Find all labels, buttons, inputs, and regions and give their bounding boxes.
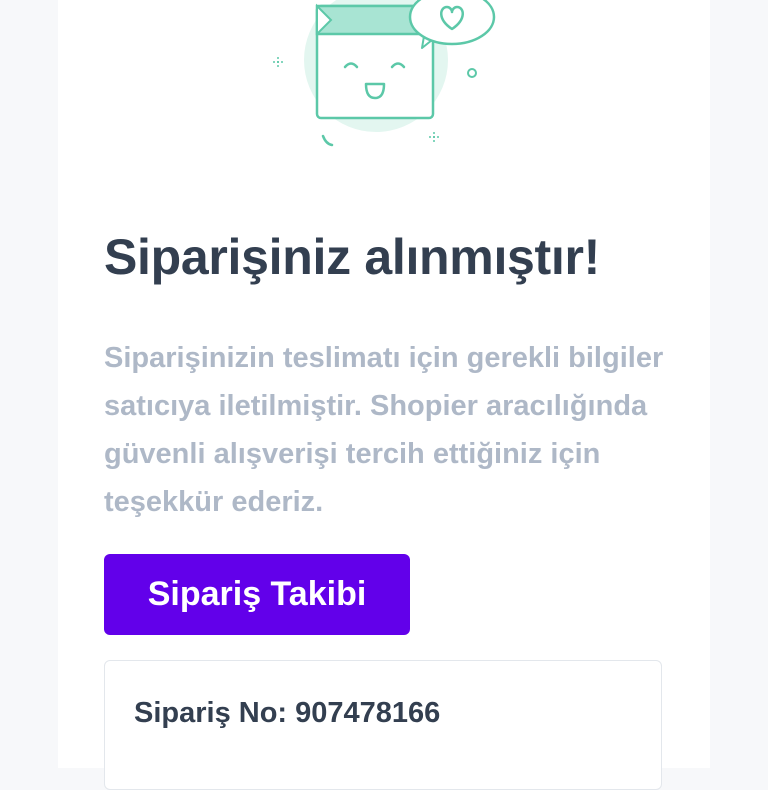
confirmation-message: Siparişinizin teslimatı için gerekli bil… — [104, 342, 664, 518]
order-number-value: 907478166 — [295, 697, 441, 729]
order-summary-card: Sipariş No: 907478166 — [104, 660, 662, 790]
order-number-label: Sipariş No: — [134, 697, 288, 729]
order-tracking-button[interactable]: Sipariş Takibi — [104, 554, 410, 635]
happy-shopping-bag-icon — [273, 0, 496, 147]
heart-icon — [408, 0, 496, 49]
order-number-line: Sipariş No: 907478166 — [134, 697, 440, 730]
page-title: Siparişiniz alınmıştır! — [104, 229, 601, 285]
